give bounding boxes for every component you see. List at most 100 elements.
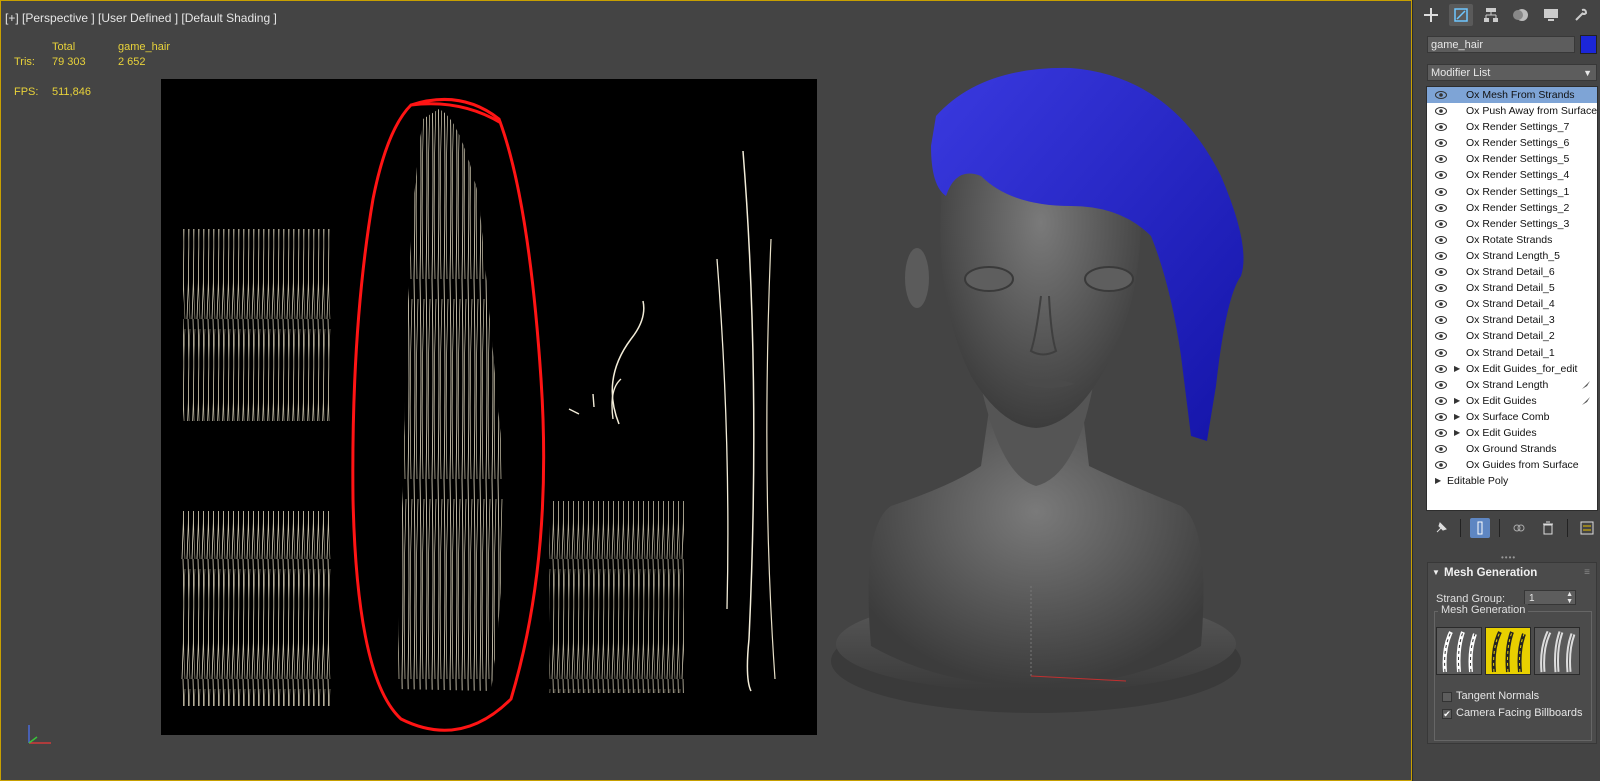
visibility-eye-icon[interactable]	[1435, 428, 1447, 437]
modifier-stack-item[interactable]: Ox Ground Strands	[1427, 441, 1597, 457]
modifier-stack[interactable]: Ox Mesh From Strands Ox Push Away from Su…	[1426, 86, 1598, 511]
perspective-viewport[interactable]: [+] [Perspective ] [User Defined ] [Defa…	[0, 0, 1412, 781]
visibility-eye-icon[interactable]	[1435, 219, 1447, 228]
modifier-stack-item[interactable]: Ox Strand Detail_1	[1427, 345, 1597, 361]
visibility-eye-icon[interactable]	[1435, 235, 1447, 244]
modifier-stack-item[interactable]: Ox Render Settings_5	[1427, 151, 1597, 167]
visibility-eye-icon[interactable]	[1435, 139, 1447, 148]
visibility-eye-icon[interactable]	[1435, 91, 1447, 99]
rollout-header[interactable]: ▼ Mesh Generation ≡	[1428, 563, 1596, 583]
rollout-title: Mesh Generation	[1444, 567, 1538, 579]
modifier-stack-item[interactable]: Ox Guides from Surface	[1427, 457, 1597, 473]
mesh-type-billboard-button[interactable]	[1485, 627, 1531, 675]
motion-icon	[1513, 9, 1528, 21]
modifier-stack-item[interactable]: Ox Render Settings_3	[1427, 216, 1597, 232]
visibility-eye-icon[interactable]	[1435, 251, 1447, 260]
create-tab[interactable]	[1419, 4, 1443, 26]
visibility-eye-icon[interactable]	[1435, 107, 1447, 116]
visibility-eye-icon[interactable]	[1435, 203, 1447, 212]
utilities-tab[interactable]	[1569, 4, 1593, 26]
modifier-stack-item[interactable]: Ox Strand Length_5	[1427, 248, 1597, 264]
make-unique-button[interactable]	[1509, 518, 1529, 538]
mesh-type-tube-button[interactable]	[1534, 627, 1580, 675]
tube-mesh-icon	[1540, 630, 1576, 673]
modifier-list-dropdown[interactable]: Modifier List ▼	[1427, 64, 1597, 81]
modifier-stack-item[interactable]: Ox Render Settings_4	[1427, 167, 1597, 183]
visibility-eye-icon[interactable]	[1435, 332, 1447, 341]
visibility-eye-icon[interactable]	[1435, 268, 1447, 277]
tangent-normals-label: Tangent Normals	[1456, 690, 1540, 702]
modifier-stack-item[interactable]: ▶ Ox Edit Guides	[1427, 393, 1597, 409]
object-color-swatch[interactable]	[1580, 35, 1597, 54]
command-panel-tabs	[1419, 4, 1593, 26]
modifier-label: Ox Edit Guides	[1466, 426, 1537, 439]
modifier-stack-item[interactable]: Ox Render Settings_2	[1427, 200, 1597, 216]
modifier-stack-item[interactable]: Ox Strand Detail_5	[1427, 280, 1597, 296]
spinner-arrows-icon: ▲ ▼	[1566, 591, 1573, 605]
modifier-stack-item[interactable]: Ox Strand Length	[1427, 377, 1597, 393]
modifier-stack-item[interactable]: Ox Push Away from Surface	[1427, 103, 1597, 119]
modifier-label: Ox Strand Detail_6	[1466, 266, 1555, 279]
modifier-stack-item[interactable]: Ox Strand Detail_4	[1427, 296, 1597, 312]
hair-texture-atlas[interactable]	[161, 79, 817, 735]
visibility-eye-icon[interactable]	[1435, 396, 1447, 405]
modifier-label: Ox Surface Comb	[1466, 410, 1550, 423]
visibility-eye-icon[interactable]	[1435, 284, 1447, 293]
visibility-eye-icon[interactable]	[1435, 461, 1447, 470]
modifier-stack-item[interactable]: ▶ Ox Edit Guides	[1427, 425, 1597, 441]
expand-triangle-icon[interactable]: ▶	[1435, 473, 1441, 489]
modifier-stack-item[interactable]: Ox Render Settings_6	[1427, 135, 1597, 151]
modifier-stack-item[interactable]: Ox Render Settings_1	[1427, 184, 1597, 200]
object-name-field[interactable]: game_hair	[1427, 36, 1575, 53]
visibility-eye-icon[interactable]	[1435, 412, 1447, 421]
visibility-eye-icon[interactable]	[1435, 171, 1447, 180]
expand-triangle-icon[interactable]: ▶	[1454, 409, 1460, 425]
expand-triangle-icon[interactable]: ▶	[1454, 361, 1460, 377]
visibility-eye-icon[interactable]	[1435, 364, 1447, 373]
modify-tab[interactable]	[1449, 4, 1473, 26]
visibility-eye-icon[interactable]	[1435, 300, 1447, 309]
modifier-stack-item[interactable]: ▶ Ox Edit Guides_for_edit	[1427, 361, 1597, 377]
modifier-stack-item[interactable]: Ox Strand Detail_6	[1427, 264, 1597, 280]
modifier-stack-item[interactable]: Ox Mesh From Strands	[1427, 87, 1597, 104]
modifier-stack-item[interactable]: Ox Strand Detail_2	[1427, 328, 1597, 344]
viewport-label-menu[interactable]: [+] [Perspective ] [User Defined ] [Defa…	[5, 11, 277, 25]
visibility-eye-icon[interactable]	[1435, 316, 1447, 325]
visibility-eye-icon[interactable]	[1435, 155, 1447, 164]
stats-tris-label: Tris:	[14, 56, 35, 68]
mesh-type-flat-strip-button[interactable]	[1436, 627, 1482, 675]
display-icon	[1544, 9, 1558, 21]
configure-modifier-sets-button[interactable]	[1577, 518, 1597, 538]
visibility-eye-icon[interactable]	[1435, 123, 1447, 132]
show-end-result-button[interactable]	[1470, 518, 1490, 538]
modifier-label: Ox Guides from Surface	[1466, 459, 1579, 472]
modifier-stack-item[interactable]: Ox Rotate Strands	[1427, 232, 1597, 248]
head-model-3d[interactable]	[831, 56, 1271, 746]
expand-triangle-icon[interactable]: ▶	[1454, 393, 1460, 409]
visibility-eye-icon[interactable]	[1435, 380, 1447, 389]
visibility-eye-icon[interactable]	[1435, 187, 1447, 196]
pin-stack-button[interactable]	[1431, 518, 1451, 538]
modifier-label: Ox Strand Length	[1466, 378, 1549, 391]
visibility-eye-icon[interactable]	[1435, 348, 1447, 357]
modifier-label: Ox Strand Detail_3	[1466, 314, 1555, 327]
strand-patch-bottom-left	[181, 511, 331, 706]
mesh-generation-group-title: Mesh Generation	[1438, 604, 1529, 616]
motion-tab[interactable]	[1509, 4, 1533, 26]
display-tab[interactable]	[1539, 4, 1563, 26]
expand-triangle-icon[interactable]: ▶	[1454, 425, 1460, 441]
remove-modifier-button[interactable]	[1538, 518, 1558, 538]
tangent-normals-checkbox[interactable]	[1442, 692, 1452, 702]
visibility-eye-icon[interactable]	[1435, 445, 1447, 454]
camera-facing-billboards-checkbox[interactable]: ✔	[1442, 709, 1452, 719]
base-object-item[interactable]: ▶ Editable Poly	[1427, 473, 1597, 489]
strand-group-spinner[interactable]: 1 ▲ ▼	[1524, 590, 1576, 605]
rollout-drag-handle[interactable]: ••••	[1501, 553, 1516, 562]
hierarchy-tab[interactable]	[1479, 4, 1503, 26]
modifier-label: Ox Edit Guides	[1466, 394, 1537, 407]
modifier-stack-item[interactable]: Ox Strand Detail_3	[1427, 312, 1597, 328]
hair-strands-texture	[181, 98, 776, 732]
modifier-stack-item[interactable]: Ox Render Settings_7	[1427, 119, 1597, 135]
modifier-label: Ox Strand Detail_4	[1466, 298, 1555, 311]
modifier-stack-item[interactable]: ▶ Ox Surface Comb	[1427, 409, 1597, 425]
